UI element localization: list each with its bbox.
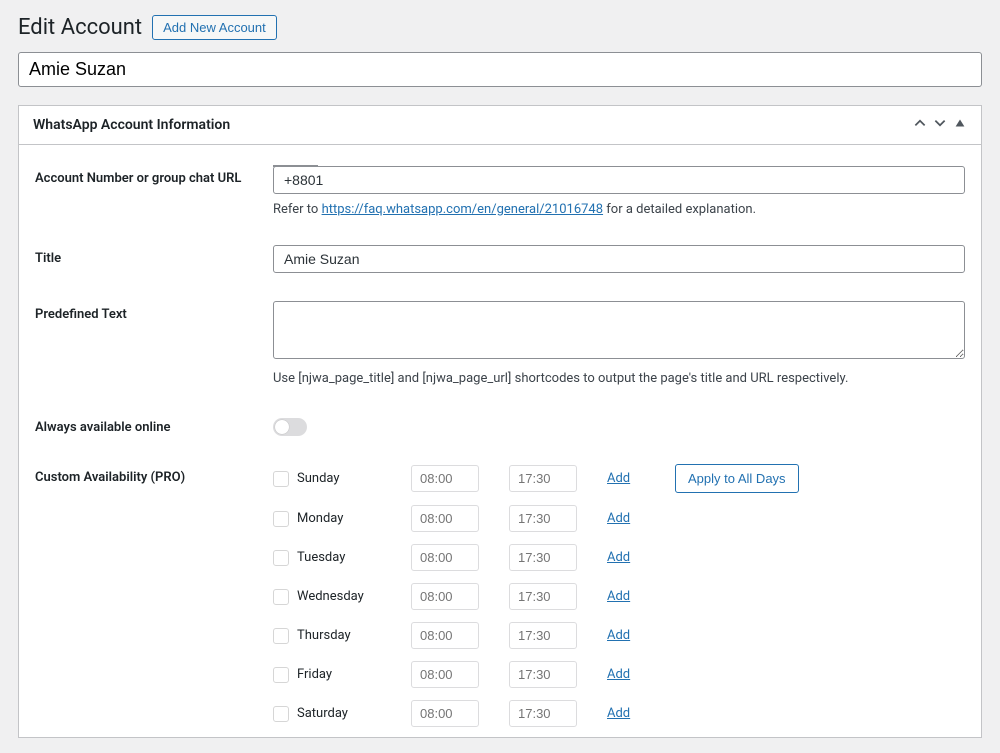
triangle-up-icon[interactable] — [953, 116, 967, 134]
account-name-input[interactable] — [18, 52, 982, 87]
page-title: Edit Account — [18, 15, 142, 40]
time-from-input[interactable] — [411, 622, 479, 649]
time-to-input[interactable] — [509, 661, 577, 688]
apply-to-all-days-button[interactable]: Apply to All Days — [675, 464, 799, 493]
predefined-text-input[interactable] — [273, 301, 965, 359]
day-name: Tuesday — [297, 550, 345, 565]
time-from-input[interactable] — [411, 465, 479, 492]
day-row: Friday — [273, 667, 393, 683]
day-checkbox[interactable] — [273, 628, 289, 644]
day-row: Thursday — [273, 628, 393, 644]
custom-availability-label: Custom Availability (PRO) — [35, 464, 265, 485]
day-name: Sunday — [297, 471, 340, 486]
day-checkbox[interactable] — [273, 511, 289, 527]
always-online-toggle[interactable] — [273, 418, 307, 436]
day-checkbox[interactable] — [273, 706, 289, 722]
chevron-down-icon[interactable] — [933, 116, 947, 134]
day-row: Monday — [273, 511, 393, 527]
title-label: Title — [35, 245, 265, 266]
day-name: Saturday — [297, 706, 348, 721]
account-number-hint-prefix: Refer to — [273, 202, 322, 217]
time-from-input[interactable] — [411, 661, 479, 688]
day-checkbox[interactable] — [273, 550, 289, 566]
account-number-input[interactable] — [273, 166, 965, 194]
time-to-input[interactable] — [509, 622, 577, 649]
time-from-input[interactable] — [411, 583, 479, 610]
add-time-link[interactable]: Add — [607, 550, 657, 565]
day-checkbox[interactable] — [273, 589, 289, 605]
account-number-hint-suffix: for a detailed explanation. — [603, 202, 756, 217]
time-to-input[interactable] — [509, 544, 577, 571]
day-name: Friday — [297, 667, 332, 682]
day-name: Wednesday — [297, 589, 364, 604]
account-number-hint-link[interactable]: https://faq.whatsapp.com/en/general/2101… — [322, 202, 603, 217]
add-time-link[interactable]: Add — [607, 706, 657, 721]
day-name: Monday — [297, 511, 343, 526]
day-checkbox[interactable] — [273, 471, 289, 487]
add-time-link[interactable]: Add — [607, 471, 657, 486]
predefined-text-label: Predefined Text — [35, 301, 265, 322]
time-to-input[interactable] — [509, 700, 577, 727]
title-input[interactable] — [273, 245, 965, 273]
day-name: Thursday — [297, 628, 351, 643]
predefined-text-hint: Use [njwa_page_title] and [njwa_page_url… — [273, 371, 965, 386]
day-row: Wednesday — [273, 589, 393, 605]
day-row: Tuesday — [273, 550, 393, 566]
add-time-link[interactable]: Add — [607, 628, 657, 643]
time-to-input[interactable] — [509, 505, 577, 532]
chevron-up-icon[interactable] — [913, 116, 927, 134]
account-number-label: Account Number or group chat URL — [35, 165, 265, 186]
add-time-link[interactable]: Add — [607, 511, 657, 526]
day-row: Sunday — [273, 471, 393, 487]
add-time-link[interactable]: Add — [607, 589, 657, 604]
time-from-input[interactable] — [411, 700, 479, 727]
day-checkbox[interactable] — [273, 667, 289, 683]
day-row: Saturday — [273, 706, 393, 722]
add-time-link[interactable]: Add — [607, 667, 657, 682]
add-new-account-button[interactable]: Add New Account — [152, 15, 277, 40]
always-online-label: Always available online — [35, 414, 265, 435]
panel-title: WhatsApp Account Information — [33, 117, 230, 133]
whatsapp-account-panel: WhatsApp Account Information Account Num… — [18, 105, 982, 738]
time-to-input[interactable] — [509, 465, 577, 492]
time-from-input[interactable] — [411, 544, 479, 571]
time-to-input[interactable] — [509, 583, 577, 610]
time-from-input[interactable] — [411, 505, 479, 532]
